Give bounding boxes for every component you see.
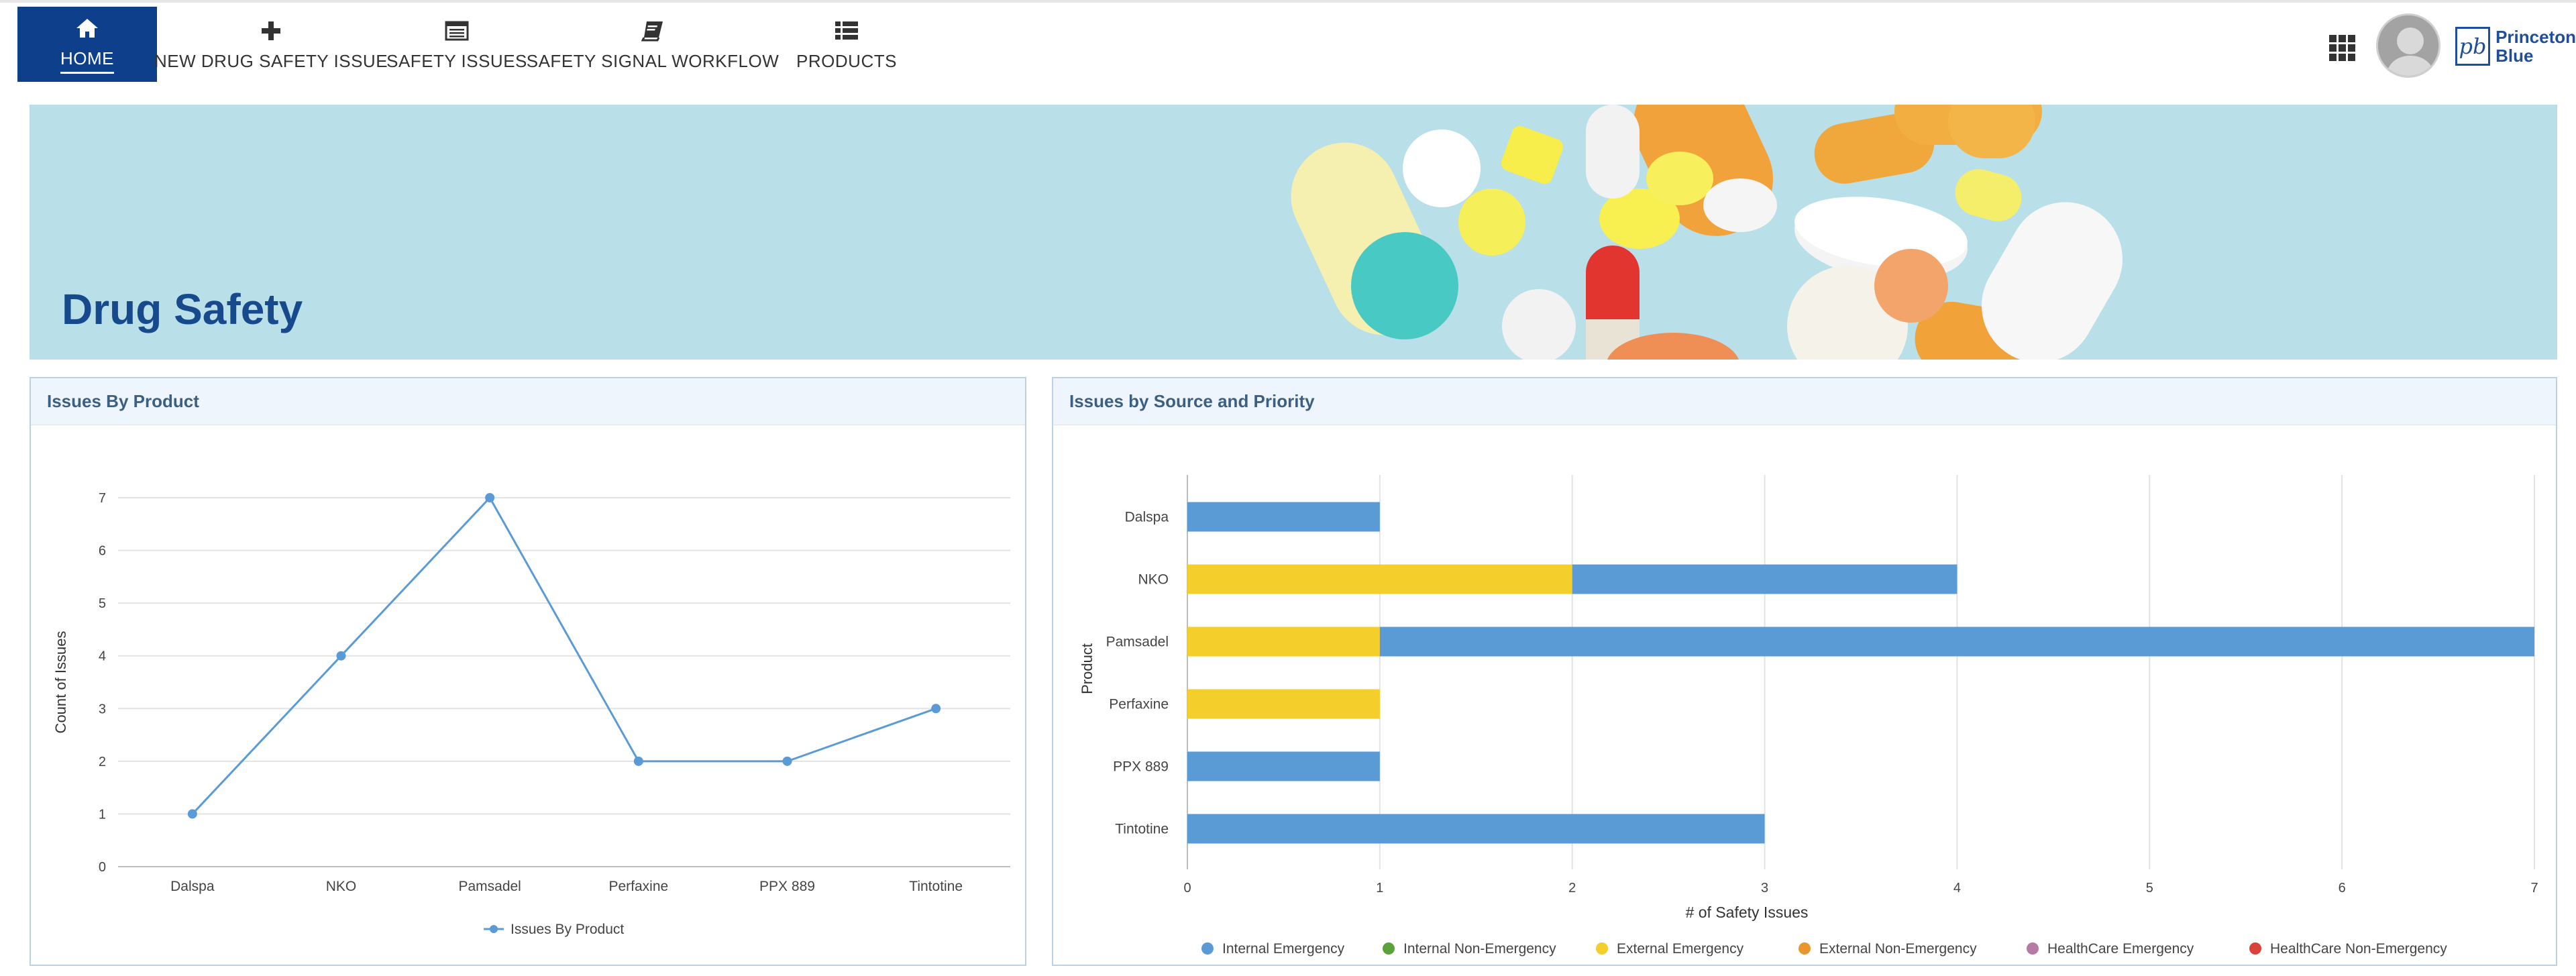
princeton-blue-logo[interactable]: pb Princeton Blue: [2455, 23, 2576, 70]
bar-segment: [1187, 689, 1380, 719]
x-tick-label: PPX 889: [759, 879, 815, 894]
y-axis-title: Count of Issues: [52, 631, 69, 734]
x-tick-label: 7: [2530, 881, 2538, 896]
y-tick-label: Pamsadel: [1106, 635, 1169, 650]
legend-point-marker: [490, 925, 498, 933]
data-point: [931, 704, 941, 714]
legend-label: Internal Emergency: [1222, 941, 1345, 957]
bar-segment: [1187, 751, 1380, 781]
y-tick-label: 1: [99, 807, 106, 822]
issues-by-product-title: Issues By Product: [31, 378, 1025, 425]
x-tick-label: 2: [1568, 881, 1576, 896]
legend-label: External Emergency: [1617, 941, 1744, 957]
y-tick-label: Tintotine: [1115, 822, 1169, 837]
legend-label: External Non-Emergency: [1819, 941, 1977, 957]
x-tick-label: Dalspa: [170, 879, 215, 894]
legend-label: Issues By Product: [511, 922, 624, 937]
brand-line-2: Blue: [2496, 46, 2534, 66]
legend-marker: [1383, 942, 1395, 955]
user-avatar[interactable]: [2376, 13, 2440, 78]
legend-marker: [1201, 942, 1214, 955]
x-tick-label: Perfaxine: [608, 879, 668, 894]
nav-products[interactable]: PRODUCTS: [796, 7, 897, 82]
bar-segment: [1379, 627, 2534, 657]
data-point: [633, 756, 643, 766]
x-tick-label: 0: [1183, 881, 1191, 896]
hero-banner: Drug Safety: [30, 105, 2557, 360]
list-icon: [833, 17, 860, 44]
data-point: [782, 756, 792, 766]
x-tick-label: 3: [1761, 881, 1768, 896]
issues-by-source-title: Issues by Source and Priority: [1053, 378, 2556, 425]
brand-text: Princeton Blue: [2496, 28, 2576, 65]
x-tick-label: 4: [1953, 881, 1961, 896]
legend-label: HealthCare Non-Emergency: [2270, 941, 2447, 957]
nav-safety-issues-label: SAFETY ISSUES: [386, 50, 527, 71]
home-icon: [74, 15, 101, 42]
x-tick-label: 5: [2146, 881, 2153, 896]
y-tick-label: Perfaxine: [1109, 697, 1169, 712]
x-tick-label: Tintotine: [909, 879, 963, 894]
data-point: [485, 493, 495, 502]
legend-label: Internal Non-Emergency: [1403, 941, 1556, 957]
x-tick-label: 1: [1376, 881, 1383, 896]
nav-safety-issues[interactable]: SAFETY ISSUES: [386, 7, 527, 82]
y-tick-label: 2: [99, 755, 106, 769]
nav-home[interactable]: HOME: [17, 7, 157, 82]
issues-by-source-panel: Issues by Source and Priority 0 1 2 3 4 5 6 7 Da…: [1052, 377, 2557, 966]
legend-marker: [2027, 942, 2039, 955]
y-tick-label: 5: [99, 596, 106, 611]
legend-marker: [1799, 942, 1811, 955]
bar-segment: [1187, 627, 1380, 657]
list-window-icon: [443, 17, 470, 44]
nav-safety-signal-workflow-label: SAFETY SIGNAL WORKFLOW: [526, 50, 780, 71]
user-silhouette-icon: [2378, 15, 2438, 76]
nav-new-drug-safety-issue[interactable]: NEW DRUG SAFETY ISSUE: [154, 7, 388, 82]
y-tick-label: 3: [99, 702, 106, 716]
y-tick-label: PPX 889: [1113, 759, 1169, 775]
top-navigation: HOME NEW DRUG SAFETY ISSUE SAFETY ISSUES…: [0, 3, 2576, 97]
y-tick-label: 6: [99, 544, 106, 559]
data-point: [187, 809, 197, 819]
x-tick-label: 6: [2339, 881, 2346, 896]
nav-products-label: PRODUCTS: [796, 50, 897, 71]
nav-safety-signal-workflow[interactable]: SAFETY SIGNAL WORKFLOW: [527, 7, 779, 82]
app-grid-icon[interactable]: [2328, 34, 2357, 63]
bar-segment: [1187, 564, 1572, 594]
legend-label: HealthCare Emergency: [2047, 941, 2194, 957]
brand-line-1: Princeton: [2496, 27, 2576, 47]
x-tick-label: NKO: [326, 879, 357, 894]
issues-by-source-chart: 0 1 2 3 4 5 6 7 Dalspa NKO Pamsadel Perfaxine PPX 88…: [1079, 475, 2538, 957]
pills-image: [1291, 105, 2123, 360]
brand-mark-logo: pb: [2455, 27, 2491, 66]
bar-segment: [1187, 502, 1380, 532]
banner-title: Drug Safety: [62, 285, 303, 333]
y-tick-label: NKO: [1138, 572, 1169, 588]
issues-by-product-chart: 0 1 2 3 4 5 6 7 Dalspa NKO Pamsadel Perfaxine PPX 88…: [52, 491, 1010, 937]
y-tick-label: Dalspa: [1125, 510, 1169, 525]
bar-segment: [1187, 814, 1765, 844]
x-axis-title: # of Safety Issues: [1686, 904, 1809, 921]
bar-segment: [1572, 564, 1957, 594]
y-tick-label: 7: [99, 491, 106, 506]
y-tick-label: 4: [99, 649, 106, 664]
legend-marker: [1596, 942, 1608, 955]
nav-new-drug-safety-issue-label: NEW DRUG SAFETY ISSUE: [154, 50, 388, 71]
issues-by-product-panel: Issues By Product 0 1 2 3 4 5 6 7 Dalspa NKO Pamsa…: [30, 377, 1026, 966]
plus-icon: [258, 17, 284, 44]
y-axis-title: Product: [1079, 643, 1095, 694]
legend-marker: [2249, 942, 2261, 955]
book-icon: [639, 17, 666, 44]
x-tick-label: Pamsadel: [458, 879, 521, 894]
nav-home-label: HOME: [60, 48, 114, 74]
data-point: [336, 651, 346, 661]
y-tick-label: 0: [99, 860, 106, 875]
